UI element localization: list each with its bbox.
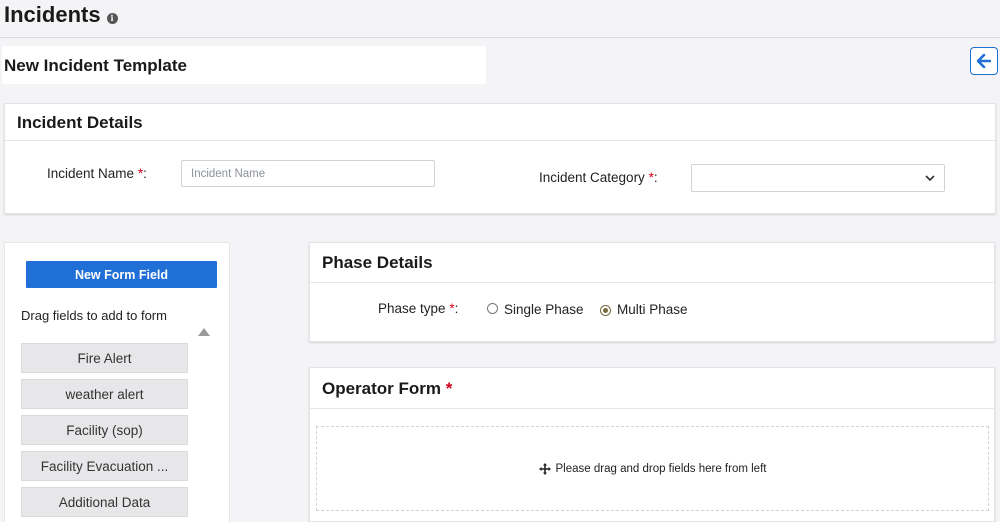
multi-phase-label[interactable]: Multi Phase	[617, 302, 688, 317]
incident-category-label: Incident Category *:	[539, 170, 658, 185]
field-item-additional-data[interactable]: Additional Data	[21, 487, 188, 517]
phase-type-label: Phase type *:	[378, 301, 458, 316]
incident-details-card: Incident Details	[4, 103, 996, 214]
page-title: Incidents i	[4, 2, 118, 28]
field-item-fire-alert[interactable]: Fire Alert	[21, 343, 188, 373]
field-item-weather-alert[interactable]: weather alert	[21, 379, 188, 409]
incident-name-label: Incident Name *:	[47, 166, 147, 181]
template-title: New Incident Template	[4, 56, 187, 75]
label-colon: :	[143, 166, 147, 181]
back-button[interactable]	[970, 47, 998, 75]
incident-category-label-text: Incident Category	[539, 170, 645, 185]
drag-fields-hint: Drag fields to add to form	[21, 308, 167, 323]
info-icon[interactable]: i	[106, 12, 118, 24]
incident-category-select[interactable]	[691, 164, 945, 192]
operator-form-heading-text: Operator Form	[322, 379, 442, 398]
incident-details-heading: Incident Details	[5, 104, 995, 141]
label-colon: :	[653, 170, 658, 185]
required-mark: *	[445, 379, 453, 398]
page-title-text: Incidents	[4, 2, 101, 27]
phase-details-card: Phase Details	[309, 242, 995, 342]
drop-zone-hint: Please drag and drop fields here from le…	[555, 462, 767, 475]
scroll-up-arrow[interactable]	[198, 328, 210, 336]
single-phase-label[interactable]: Single Phase	[504, 302, 584, 317]
label-colon: :	[454, 301, 459, 316]
move-icon	[538, 462, 551, 475]
new-form-field-button[interactable]: New Form Field	[26, 261, 217, 288]
incident-name-label-text: Incident Name	[47, 166, 135, 181]
single-phase-radio[interactable]	[487, 303, 498, 314]
field-item-facility-evacuation[interactable]: Facility Evacuation ...	[21, 451, 188, 481]
field-item-facility-sop[interactable]: Facility (sop)	[21, 415, 188, 445]
form-drop-zone[interactable]: Please drag and drop fields here from le…	[316, 426, 989, 511]
phase-details-heading: Phase Details	[310, 243, 994, 283]
multi-phase-radio[interactable]	[600, 305, 611, 316]
chevron-down-icon	[925, 175, 935, 182]
title-divider	[0, 37, 1000, 38]
incident-name-input[interactable]	[181, 160, 435, 187]
operator-form-heading: Operator Form *	[310, 368, 994, 409]
phase-type-label-text: Phase type	[378, 301, 446, 316]
arrow-left-icon	[977, 54, 991, 68]
